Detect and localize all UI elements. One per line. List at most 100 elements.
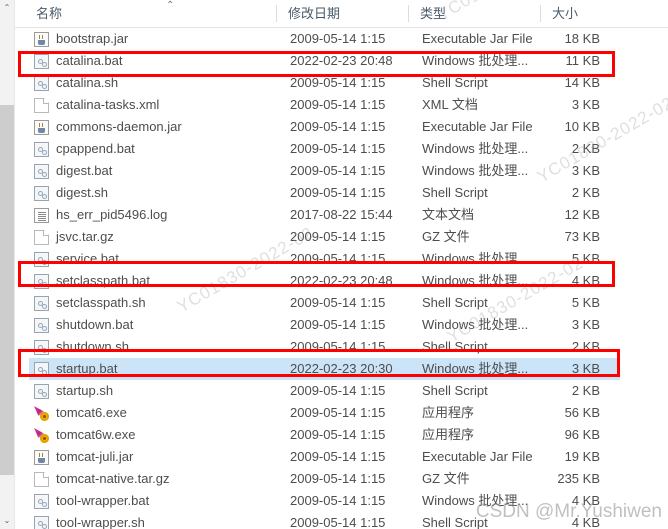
table-row[interactable]: catalina.sh 2009-05-14 1:15 Shell Script 14… (14, 72, 668, 94)
file-type-cell: Executable Jar File (422, 449, 533, 464)
file-name-cell[interactable]: tool-wrapper.bat (34, 490, 284, 512)
header-divider[interactable] (540, 5, 541, 22)
file-name-label: cpappend.bat (56, 141, 135, 156)
jar-file-icon (34, 450, 49, 465)
table-row[interactable]: service.bat 2009-05-14 1:15 Windows 批处理...… (14, 248, 668, 270)
file-name-cell[interactable]: tomcat6.exe (34, 402, 284, 424)
file-type-cell: Windows 批处理... (422, 251, 529, 266)
file-modified-cell: 2009-05-14 1:15 (290, 317, 386, 332)
file-type-cell: Shell Script (422, 339, 488, 354)
file-name-cell[interactable]: digest.sh (34, 182, 284, 204)
file-name-cell[interactable]: cpappend.bat (34, 138, 284, 160)
file-list: bootstrap.jar 2009-05-14 1:15 Executable J… (14, 28, 668, 529)
file-name-label: catalina-tasks.xml (56, 97, 160, 112)
file-type-cell: Shell Script (422, 383, 488, 398)
table-row[interactable]: bootstrap.jar 2009-05-14 1:15 Executable J… (14, 28, 668, 50)
file-type-cell: Windows 批处理... (422, 493, 529, 508)
sort-ascending-icon: ⌃ (166, 0, 175, 11)
table-row[interactable]: jsvc.tar.gz 2009-05-14 1:15 GZ 文件 73 KB (14, 226, 668, 248)
column-header-size-label: 大小 (552, 6, 579, 21)
file-size-cell: 4 KB (571, 273, 600, 288)
document-file-icon (34, 98, 49, 113)
file-name-cell[interactable]: setclasspath.bat (34, 270, 284, 292)
file-name-cell[interactable]: tomcat-juli.jar (34, 446, 284, 468)
file-name-cell[interactable]: hs_err_pid5496.log (34, 204, 284, 226)
table-row[interactable]: tomcat-native.tar.gz 2009-05-14 1:15 GZ 文件… (14, 468, 668, 490)
file-modified-cell: 2009-05-14 1:15 (290, 427, 386, 442)
file-type-cell: Executable Jar File (422, 31, 533, 46)
file-name-cell[interactable]: tomcat-native.tar.gz (34, 468, 284, 490)
column-header-type[interactable]: 类型 (408, 0, 540, 27)
file-name-cell[interactable]: tomcat6w.exe (34, 424, 284, 446)
table-row[interactable]: tomcat6.exe 2009-05-14 1:15 应用程序 56 KB (14, 402, 668, 424)
file-name-cell[interactable]: jsvc.tar.gz (34, 226, 284, 248)
table-row[interactable]: digest.bat 2009-05-14 1:15 Windows 批处理... 3… (14, 160, 668, 182)
file-modified-cell: 2017-08-22 15:44 (290, 207, 393, 222)
file-list-pane: 名称 ⌃ 修改日期 类型 大小 bootstrap.jar 2009-05-14 … (14, 0, 668, 529)
file-modified-cell: 2009-05-14 1:15 (290, 405, 386, 420)
table-row[interactable]: startup.sh 2009-05-14 1:15 Shell Script 2 K… (14, 380, 668, 402)
file-size-cell: 5 KB (571, 295, 600, 310)
file-name-label: tomcat-native.tar.gz (56, 471, 170, 486)
file-name-label: startup.bat (56, 361, 118, 376)
script-file-icon (34, 318, 49, 333)
column-header-name[interactable]: 名称 (14, 0, 276, 27)
table-row[interactable]: tomcat-juli.jar 2009-05-14 1:15 Executable… (14, 446, 668, 468)
scroll-up-arrow-icon[interactable]: ⌃ (0, 0, 14, 16)
scrollbar-thumb[interactable] (0, 105, 14, 475)
scroll-down-arrow-icon[interactable]: ⌄ (0, 513, 14, 529)
document-file-icon (34, 472, 49, 487)
file-modified-cell: 2022-02-23 20:30 (290, 361, 393, 376)
header-divider[interactable] (408, 5, 409, 22)
file-name-cell[interactable]: service.bat (34, 248, 284, 270)
table-row[interactable]: tool-wrapper.bat 2009-05-14 1:15 Windows 批… (14, 490, 668, 512)
file-size-cell: 3 KB (571, 97, 600, 112)
file-name-cell[interactable]: tool-wrapper.sh (34, 512, 284, 529)
file-type-cell: 文本文档 (422, 207, 475, 222)
file-size-cell: 2 KB (571, 185, 600, 200)
file-name-cell[interactable]: catalina.sh (34, 72, 284, 94)
file-name-cell[interactable]: shutdown.bat (34, 314, 284, 336)
document-file-icon (34, 230, 49, 245)
table-row[interactable]: digest.sh 2009-05-14 1:15 Shell Script 2 KB (14, 182, 668, 204)
file-name-cell[interactable]: startup.bat (34, 358, 284, 380)
column-header-name-label: 名称 (36, 6, 63, 21)
file-name-cell[interactable]: setclasspath.sh (34, 292, 284, 314)
file-name-cell[interactable]: catalina.bat (34, 50, 284, 72)
table-row[interactable]: shutdown.sh 2009-05-14 1:15 Shell Script 2 … (14, 336, 668, 358)
file-size-cell: 96 KB (564, 427, 600, 442)
column-header-size[interactable]: 大小 (540, 0, 668, 27)
file-type-cell: Shell Script (422, 515, 488, 529)
header-divider[interactable] (276, 5, 277, 22)
table-row[interactable]: tomcat6w.exe 2009-05-14 1:15 应用程序 96 KB (14, 424, 668, 446)
file-size-cell: 10 KB (564, 119, 600, 134)
file-size-cell: 73 KB (564, 229, 600, 244)
table-row[interactable]: hs_err_pid5496.log 2017-08-22 15:44 文本文档 12… (14, 204, 668, 226)
table-row[interactable]: tool-wrapper.sh 2009-05-14 1:15 Shell Scri… (14, 512, 668, 529)
table-row[interactable]: catalina.bat 2022-02-23 20:48 Windows 批处理.… (14, 50, 668, 72)
script-file-icon (34, 516, 49, 529)
script-file-icon (34, 186, 49, 201)
table-row[interactable]: shutdown.bat 2009-05-14 1:15 Windows 批处理..… (14, 314, 668, 336)
table-row[interactable]: setclasspath.bat 2022-02-23 20:48 Windows … (14, 270, 668, 292)
table-row[interactable]: setclasspath.sh 2009-05-14 1:15 Shell Scri… (14, 292, 668, 314)
file-name-label: digest.sh (56, 185, 109, 200)
file-type-cell: 应用程序 (422, 405, 475, 420)
table-row[interactable]: cpappend.bat 2009-05-14 1:15 Windows 批处理..… (14, 138, 668, 160)
table-row[interactable]: startup.bat 2022-02-23 20:30 Windows 批处理..… (14, 358, 668, 380)
file-name-cell[interactable]: digest.bat (34, 160, 284, 182)
file-name-cell[interactable]: catalina-tasks.xml (34, 94, 284, 116)
table-row[interactable]: commons-daemon.jar 2009-05-14 1:15 Executa… (14, 116, 668, 138)
vertical-scrollbar[interactable]: ⌃ ⌄ (0, 0, 15, 529)
file-modified-cell: 2009-05-14 1:15 (290, 515, 386, 529)
file-name-label: tomcat6w.exe (56, 427, 136, 442)
file-name-cell[interactable]: shutdown.sh (34, 336, 284, 358)
table-row[interactable]: catalina-tasks.xml 2009-05-14 1:15 XML 文档 3… (14, 94, 668, 116)
file-modified-cell: 2009-05-14 1:15 (290, 75, 386, 90)
file-type-cell: Windows 批处理... (422, 273, 529, 288)
file-name-cell[interactable]: startup.sh (34, 380, 284, 402)
file-modified-cell: 2009-05-14 1:15 (290, 383, 386, 398)
file-name-cell[interactable]: bootstrap.jar (34, 28, 284, 50)
file-name-cell[interactable]: commons-daemon.jar (34, 116, 284, 138)
column-header-modified[interactable]: 修改日期 (276, 0, 408, 27)
